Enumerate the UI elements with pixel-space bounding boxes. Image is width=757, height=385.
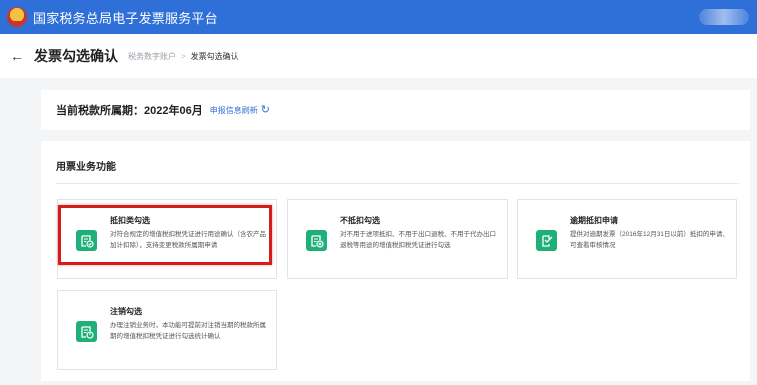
tax-period-value: 2022年06月 [144, 105, 203, 117]
refresh-declaration-link[interactable]: 申报信息刷新 [210, 105, 258, 116]
user-account-area[interactable] [699, 9, 749, 25]
page-title: 发票勾选确认 [34, 48, 118, 64]
top-header: 国家税务总局电子发票服务平台 [0, 0, 757, 34]
invoice-cancel-icon [306, 230, 327, 251]
page-header: ← 发票勾选确认 税务数字账户 > 发票勾选确认 [0, 34, 757, 78]
app-title: 国家税务总局电子发票服务平台 [33, 10, 218, 26]
back-arrow-icon[interactable]: ← [10, 49, 24, 63]
tile-cancellation-selection[interactable]: 注销勾选 办理注销业务时，本功能可提前对注销当期的税款所属期的增值税扣税凭证进行… [57, 290, 277, 370]
breadcrumb-item-current: 发票勾选确认 [190, 51, 239, 61]
tile-description: 对符合规定的增值税扣税凭证进行用途确认（含农产品加计扣除），支持变更税款所属期申… [110, 231, 266, 249]
invoice-functions-card: 用票业务功能 抵扣类勾选 对符合规定的增值税扣税凭证进行用途确认（含农产品加计扣… [41, 141, 750, 381]
breadcrumb: 税务数字账户 > 发票勾选确认 [128, 51, 239, 62]
tile-description: 对不用于进项抵扣、不用于出口退税、不用于代办出口退税等用途的增值税扣税凭证进行勾… [340, 231, 496, 249]
tile-description: 提供对逾期发票（2016年12月31日以前）抵扣的申请、可查看审核情况 [570, 231, 729, 249]
tax-emblem-logo [7, 7, 27, 27]
tile-overdue-deduction-application[interactable]: 逾期抵扣申请 提供对逾期发票（2016年12月31日以前）抵扣的申请、可查看审核… [517, 199, 737, 279]
section-divider [56, 183, 739, 184]
invoice-check-icon [76, 230, 97, 251]
tax-period-label: 当前税款所属期： [56, 105, 144, 117]
tax-period-card: 当前税款所属期： 2022年06月 申报信息刷新 ↻ [41, 90, 750, 130]
section-title: 用票业务功能 [56, 162, 116, 173]
invoice-power-icon [76, 321, 97, 342]
tile-deductible-selection[interactable]: 抵扣类勾选 对符合规定的增值税扣税凭证进行用途确认（含农产品加计扣除），支持变更… [57, 199, 277, 279]
tile-title: 抵扣类勾选 [110, 216, 150, 225]
tile-non-deductible-selection[interactable]: 不抵扣勾选 对不用于进项抵扣、不用于出口退税、不用于代办出口退税等用途的增值税扣… [287, 199, 508, 279]
breadcrumb-item-tax-account[interactable]: 税务数字账户 [128, 51, 176, 62]
tile-title: 注销勾选 [110, 307, 142, 316]
document-edit-icon [536, 230, 557, 251]
refresh-icon[interactable]: ↻ [261, 104, 270, 116]
tile-description: 办理注销业务时，本功能可提前对注销当期的税款所属期的增值税扣税凭证进行勾选统计确… [110, 322, 266, 340]
breadcrumb-separator: > [181, 51, 186, 61]
tile-title: 逾期抵扣申请 [570, 216, 618, 225]
tile-title: 不抵扣勾选 [340, 216, 380, 225]
